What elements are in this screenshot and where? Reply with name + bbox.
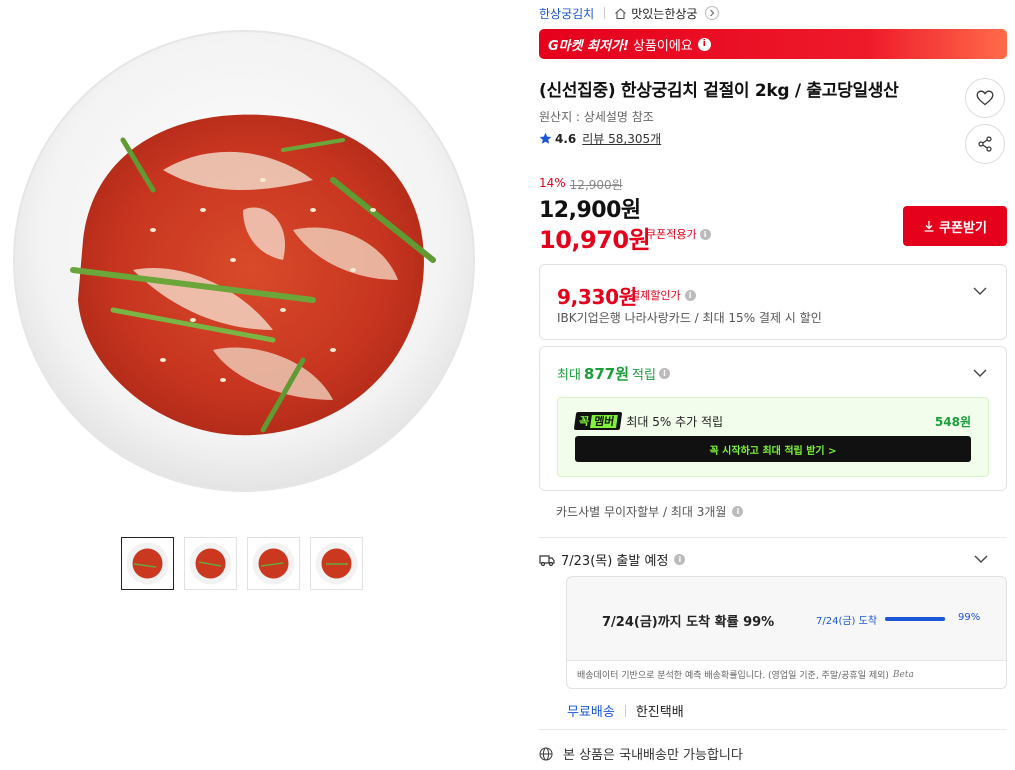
product-title: (신선집중) 한상궁김치 겉절이 2kg / 출고당일생산 bbox=[539, 81, 899, 101]
coupon-button-label: 쿠폰받기 bbox=[939, 220, 987, 236]
coupon-note-label: 쿠폰적용가 bbox=[646, 228, 697, 241]
chevron-right-icon bbox=[705, 6, 720, 20]
main-product-image[interactable] bbox=[13, 30, 476, 493]
membership-logo-mark: 꼭 bbox=[578, 415, 590, 428]
probability-percent: 99% bbox=[958, 612, 981, 623]
brand-link[interactable]: 한상궁김치 bbox=[539, 5, 594, 22]
product-gallery bbox=[0, 0, 500, 600]
membership-cta-button[interactable]: 꼭 시작하고 최대 적립 받기 > bbox=[575, 436, 971, 462]
card-discount-tag: 결제할인가 i bbox=[630, 287, 696, 303]
points-prefix: 최대 bbox=[557, 368, 581, 383]
share-button[interactable] bbox=[965, 124, 1005, 164]
heart-icon bbox=[976, 90, 994, 106]
review-link[interactable]: 리뷰 58,305개 bbox=[582, 130, 661, 147]
discount-line: 14% 12,900원 bbox=[539, 176, 623, 193]
free-shipping-label: 무료배송 bbox=[567, 705, 615, 720]
share-icon bbox=[978, 136, 992, 152]
banner-text: 상품이에요 bbox=[632, 38, 693, 54]
card-discount-label: 결제할인가 bbox=[630, 289, 681, 302]
divider bbox=[539, 537, 1007, 538]
membership-row: 꼭 멤버 최대 5% 추가 적립 548원 bbox=[573, 412, 971, 430]
membership-amount: 548원 bbox=[934, 414, 971, 429]
thumbnail-list bbox=[121, 537, 363, 590]
thumbnail-4[interactable] bbox=[310, 537, 363, 590]
info-icon[interactable]: i bbox=[699, 228, 711, 240]
membership-text: 최대 5% 추가 적립 bbox=[626, 414, 724, 429]
divider bbox=[624, 704, 626, 717]
membership-logo: 꼭 멤버 bbox=[573, 412, 623, 430]
probability-bar bbox=[885, 617, 946, 621]
coupon-price: 10,970원 bbox=[539, 226, 651, 254]
lowest-price-banner: G마켓 최저가! 상품이에요 i bbox=[539, 29, 1007, 59]
card-discount-price: 9,330원 bbox=[557, 285, 637, 309]
chevron-down-icon[interactable] bbox=[972, 365, 988, 381]
beta-label: Beta bbox=[892, 669, 914, 680]
info-icon[interactable]: i bbox=[732, 506, 744, 517]
departure-text: 7/23(목) 출발 예정 bbox=[561, 554, 669, 569]
thumbnail-1[interactable] bbox=[121, 537, 174, 590]
product-origin: 원산지 : 상세설명 참조 bbox=[539, 110, 654, 124]
card-discount-desc: IBK기업은행 나라사랑카드 / 최대 15% 결제 시 할인 bbox=[557, 311, 822, 325]
card-discount-box[interactable]: 9,330원 결제할인가 i IBK기업은행 나라사랑카드 / 최대 15% 결… bbox=[539, 264, 1007, 340]
delivery-probability-box: 7/24(금)까지 도착 확률 99% 7/24(금) 도착 99% 배송데이터… bbox=[566, 576, 1007, 689]
thumbnail-3[interactable] bbox=[247, 537, 300, 590]
thumbnail-2[interactable] bbox=[184, 537, 237, 590]
info-icon[interactable]: i bbox=[697, 37, 711, 51]
info-icon[interactable]: i bbox=[684, 289, 696, 301]
arrival-day: 7/24(금) 도착 bbox=[816, 616, 878, 627]
carrier-name: 한진택배 bbox=[635, 705, 684, 720]
original-price: 12,900원 bbox=[569, 178, 623, 192]
info-icon[interactable]: i bbox=[674, 554, 686, 565]
shipping-type: 무료배송 한진택배 bbox=[567, 701, 684, 720]
probability-bar-fill bbox=[885, 617, 946, 621]
info-icon[interactable]: i bbox=[658, 368, 670, 379]
wishlist-button[interactable] bbox=[965, 78, 1005, 118]
points-box: 최대 877원 적립 i 꼭 멤버 최대 5% 추가 적립 548원 꼭 시작하고… bbox=[539, 346, 1007, 491]
delivery-probability: 7/24(금)까지 도착 확률 99% bbox=[602, 615, 775, 630]
coupon-download-button[interactable]: 쿠폰받기 bbox=[903, 206, 1007, 246]
star-icon bbox=[539, 132, 552, 144]
points-suffix: 적립 bbox=[632, 368, 656, 383]
membership-logo-tail: 멤버 bbox=[590, 415, 619, 428]
domestic-shipping-notice: 본 상품은 국내배송만 가능합니다 bbox=[539, 744, 743, 763]
divider bbox=[539, 729, 1007, 730]
breadcrumb: 한상궁김치 맛있는한상궁 bbox=[539, 4, 720, 22]
breadcrumb-divider bbox=[604, 7, 606, 19]
coupon-note: 쿠폰적용가 i bbox=[646, 226, 711, 242]
truck-icon bbox=[539, 554, 555, 566]
points-summary: 최대 877원 적립 i bbox=[557, 363, 670, 384]
domestic-text: 본 상품은 국내배송만 가능합니다 bbox=[563, 748, 743, 763]
points-amount: 877원 bbox=[583, 365, 630, 383]
delivery-note: 배송데이터 기반으로 분석한 예측 배송확률입니다. (영업일 기준, 주말/공… bbox=[567, 660, 1006, 688]
store-link[interactable]: 맛있는한상궁 bbox=[614, 5, 720, 22]
shipping-header: 7/23(목) 출발 예정 i bbox=[539, 550, 686, 569]
installment-info: 카드사별 무이자할부 / 최대 3개월 i bbox=[556, 503, 744, 520]
store-name: 맛있는한상궁 bbox=[631, 6, 698, 21]
globe-icon bbox=[539, 746, 553, 761]
home-icon bbox=[615, 7, 627, 19]
membership-promo: 꼭 멤버 최대 5% 추가 적립 548원 꼭 시작하고 최대 적립 받기 > bbox=[557, 397, 989, 477]
chevron-down-icon[interactable] bbox=[972, 283, 988, 299]
download-icon bbox=[924, 221, 934, 232]
discount-rate: 14% bbox=[539, 176, 566, 190]
banner-highlight: G마켓 최저가! bbox=[548, 38, 629, 54]
chevron-down-icon[interactable] bbox=[973, 551, 989, 567]
rating-score: 4.6 bbox=[555, 131, 577, 146]
delivery-note-text: 배송데이터 기반으로 분석한 예측 배송확률입니다. (영업일 기준, 주말/공… bbox=[577, 671, 889, 681]
product-rating: 4.6 리뷰 58,305개 bbox=[539, 130, 661, 147]
product-info: 한상궁김치 맛있는한상궁 G마켓 최저가! 상품이에요 i (신선집중) 한상궁… bbox=[539, 0, 1009, 770]
installment-text: 카드사별 무이자할부 / 최대 3개월 bbox=[556, 505, 727, 519]
